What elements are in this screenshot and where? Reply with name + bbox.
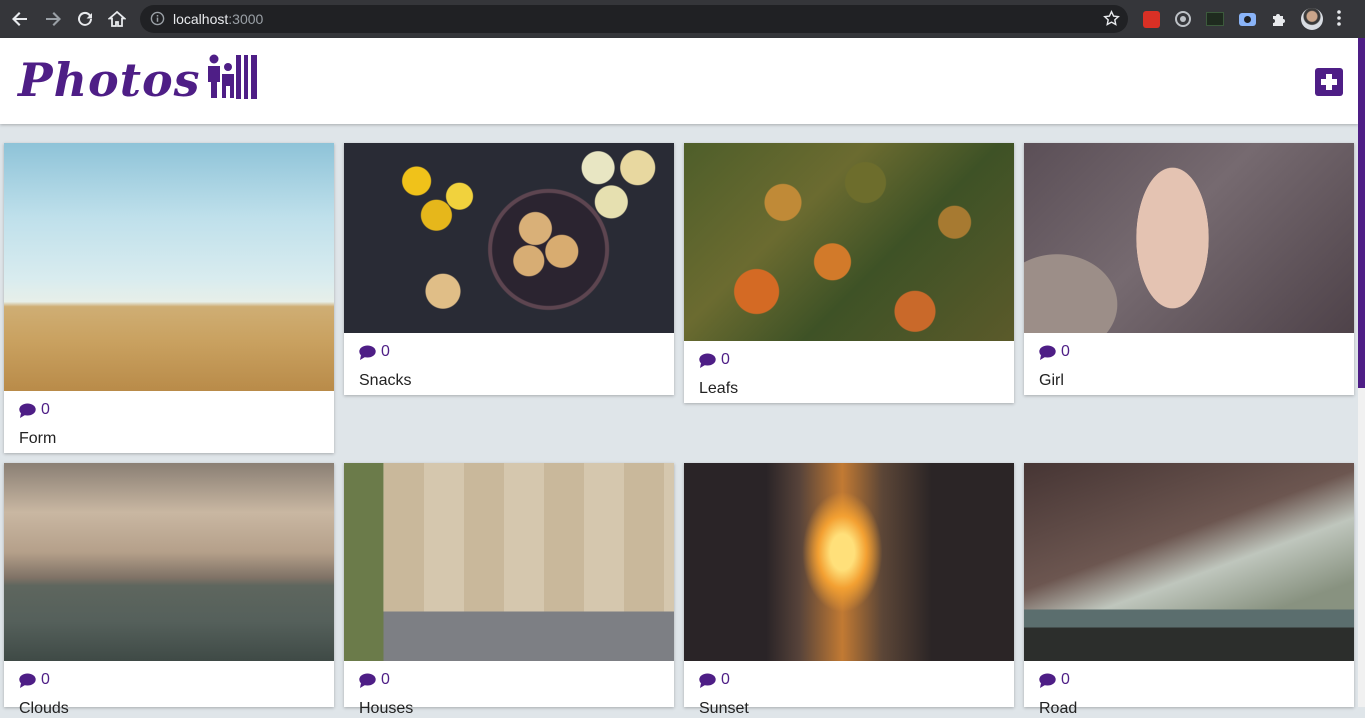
card-title: Road (1039, 700, 1078, 717)
comment-icon (1039, 345, 1056, 360)
comment-icon (699, 673, 716, 688)
comment-icon (19, 673, 36, 688)
comment-count-value: 0 (721, 351, 730, 368)
logo-people-icon (205, 53, 261, 108)
card-title: Clouds (19, 700, 69, 717)
comment-count-value: 0 (1061, 671, 1070, 688)
browser-toolbar: localhost:3000 (0, 0, 1365, 38)
add-photo-button[interactable] (1315, 68, 1343, 96)
photo-card-form[interactable]: 0 Form (4, 143, 334, 453)
photo-image[interactable] (4, 143, 334, 391)
forward-icon[interactable] (42, 8, 64, 30)
address-bar[interactable]: localhost:3000 (140, 5, 1128, 33)
photo-image[interactable] (344, 463, 674, 661)
comment-count[interactable]: 0 (1039, 671, 1070, 689)
extensions-puzzle-icon[interactable] (1269, 9, 1289, 29)
card-title: Houses (359, 700, 414, 717)
photo-image[interactable] (684, 463, 1014, 661)
photo-card-girl[interactable]: 0 Girl (1024, 143, 1354, 395)
card-title: Snacks (359, 372, 412, 389)
comment-count-value: 0 (381, 671, 390, 688)
photo-card-houses[interactable]: 0 Houses (344, 463, 674, 717)
scrollbar-thumb[interactable] (1358, 38, 1365, 388)
back-icon[interactable] (9, 8, 31, 30)
reload-icon[interactable] (74, 8, 96, 30)
extension-window-icon[interactable] (1205, 9, 1225, 29)
photo-image[interactable] (684, 143, 1014, 341)
comment-icon (699, 353, 716, 368)
comment-count[interactable]: 0 (1039, 343, 1070, 361)
photo-image[interactable] (344, 143, 674, 333)
scrollbar[interactable] (1358, 38, 1365, 707)
photo-card-clouds[interactable]: 0 Clouds (4, 463, 334, 717)
photo-card-leafs[interactable]: 0 Leafs (684, 143, 1014, 403)
bookmark-star-icon[interactable] (1103, 10, 1120, 32)
card-title: Form (19, 430, 57, 447)
card-title: Sunset (699, 700, 749, 717)
photo-card-snacks[interactable]: 0 Snacks (344, 143, 674, 395)
extension-camera-icon[interactable] (1237, 9, 1257, 29)
photo-card-road[interactable]: 0 Road (1024, 463, 1354, 717)
url-port: :3000 (228, 11, 264, 27)
comment-count[interactable]: 0 (19, 401, 50, 419)
comment-icon (359, 345, 376, 360)
comment-count-value: 0 (1061, 343, 1070, 360)
card-title: Leafs (699, 380, 739, 397)
url-text: localhost:3000 (173, 11, 263, 27)
home-icon[interactable] (106, 8, 128, 30)
card-title: Girl (1039, 372, 1064, 389)
comment-icon (19, 403, 36, 418)
photo-image[interactable] (1024, 463, 1354, 661)
comment-count[interactable]: 0 (19, 671, 50, 689)
comment-icon (359, 673, 376, 688)
browser-menu-icon[interactable] (1336, 9, 1342, 32)
app-header: Photos (0, 38, 1358, 124)
comment-count-value: 0 (721, 671, 730, 688)
comment-count-value: 0 (41, 671, 50, 688)
logo[interactable]: Photos (18, 52, 261, 108)
comment-count-value: 0 (41, 401, 50, 418)
photo-image[interactable] (4, 463, 334, 661)
logo-text: Photos (18, 53, 201, 107)
comment-count[interactable]: 0 (359, 343, 390, 361)
comment-count[interactable]: 0 (699, 671, 730, 689)
comment-count[interactable]: 0 (359, 671, 390, 689)
url-host: localhost (173, 11, 229, 27)
extension-red-icon[interactable] (1141, 9, 1161, 29)
info-icon[interactable] (150, 11, 165, 31)
extension-target-icon[interactable] (1173, 9, 1193, 29)
comment-icon (1039, 673, 1056, 688)
comment-count[interactable]: 0 (699, 351, 730, 369)
profile-avatar[interactable] (1301, 8, 1323, 30)
photo-card-sunset[interactable]: 0 Sunset (684, 463, 1014, 717)
photo-image[interactable] (1024, 143, 1354, 333)
comment-count-value: 0 (381, 343, 390, 360)
